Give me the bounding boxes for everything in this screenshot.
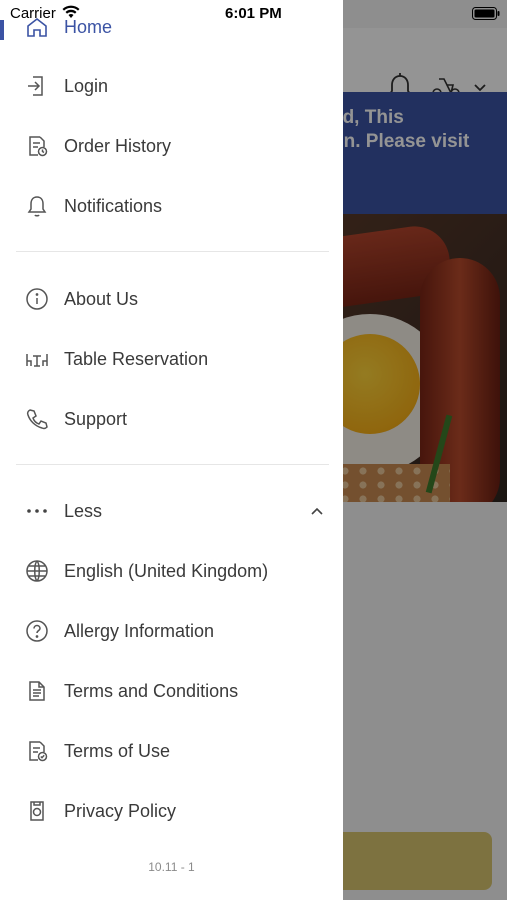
bell-icon [24,193,50,219]
menu-item-allergy-information[interactable]: Allergy Information [0,606,343,656]
app-version: 10.11 - 1 [148,860,195,874]
menu-item-order-history[interactable]: Order History [0,121,343,171]
clock: 6:01 PM [225,5,282,22]
more-icon [24,498,50,524]
menu-item-terms-of-use[interactable]: Terms of Use [0,726,343,776]
menu-item-label: Less [64,500,103,521]
carrier-label: Carrier [10,5,56,22]
menu-item-label: Allergy Information [64,620,215,641]
status-bar: Carrier 6:01 PM [0,0,507,28]
order-history-icon [24,133,50,159]
menu-item-login[interactable]: Login [0,61,343,111]
phone-icon [24,406,50,432]
menu-item-label: Order History [64,135,172,156]
menu-item-privacy-policy[interactable]: Privacy Policy [0,786,343,836]
menu-item-label: Notifications [64,195,163,216]
menu-divider [16,464,329,465]
menu-item-language[interactable]: English (United Kingdom) [0,546,343,596]
question-icon [24,618,50,644]
menu-item-label: English (United Kingdom) [64,560,269,581]
menu-item-terms-and-conditions[interactable]: Terms and Conditions [0,666,343,716]
menu-item-table-reservation[interactable]: Table Reservation [0,334,343,384]
menu-item-label: Terms and Conditions [64,680,239,701]
battery-icon [472,7,500,20]
menu-item-less[interactable]: Less [0,486,343,536]
menu-item-label: Support [64,408,128,429]
document-check-icon [24,738,50,764]
wifi-icon [62,5,80,18]
document-icon [24,678,50,704]
menu-item-support[interactable]: Support [0,394,343,444]
side-drawer: Home Login Order History Notifications A… [0,0,343,900]
menu-divider [16,251,329,252]
menu-item-about-us[interactable]: About Us [0,274,343,324]
globe-icon [24,558,50,584]
info-icon [24,286,50,312]
login-icon [24,73,50,99]
menu-item-label: Login [64,75,109,96]
menu-item-label: Privacy Policy [64,800,177,821]
chevron-up-icon[interactable] [308,502,326,520]
table-icon [24,346,50,372]
privacy-icon [24,798,50,824]
menu-item-label: About Us [64,288,139,309]
menu-item-label: Terms of Use [64,740,171,761]
menu-item-notifications[interactable]: Notifications [0,181,343,231]
menu-item-label: Table Reservation [64,348,209,369]
